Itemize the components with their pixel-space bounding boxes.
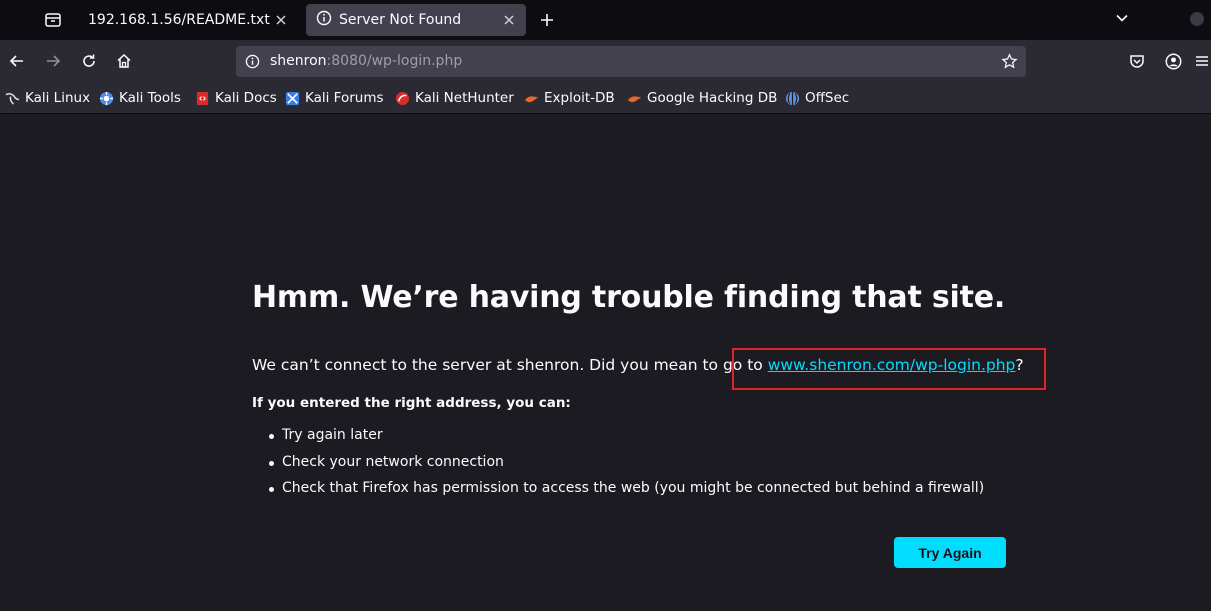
bookmark-kali-nethunter[interactable]: Kali NetHunter (395, 88, 514, 108)
tab-strip: 192.168.1.56/README.txt Server Not Found (0, 0, 1211, 40)
url-path: :8080/wp-login.php (326, 53, 463, 69)
navigation-toolbar: shenron:8080/wp-login.php (0, 40, 1211, 82)
forward-icon[interactable] (40, 48, 66, 74)
bookmark-kali-forums[interactable]: Kali Forums (285, 88, 384, 108)
bookmark-google-hacking-db[interactable]: Google Hacking DB (627, 88, 777, 108)
bookmark-label: Kali Forums (305, 90, 384, 106)
tab-label: 192.168.1.56/README.txt (88, 12, 270, 28)
list-item: Check that Firefox has permission to acc… (266, 480, 984, 507)
offsec-icon (785, 91, 800, 106)
info-icon (316, 10, 332, 30)
pocket-icon[interactable] (1124, 48, 1150, 74)
url-bar[interactable]: shenron:8080/wp-login.php (236, 46, 1026, 77)
suggestions-heading: If you entered the right address, you ca… (252, 395, 571, 411)
tab-list-chevron-down-icon[interactable] (1109, 5, 1135, 31)
list-item: Try again later (266, 427, 984, 454)
bookmark-label: Kali Linux (25, 90, 91, 106)
bookmark-label: OffSec (805, 90, 850, 106)
exploit-db-icon (524, 91, 539, 106)
url-host: shenron (270, 53, 327, 69)
bookmark-star-icon[interactable] (1001, 53, 1018, 74)
app-menu-icon[interactable] (1192, 48, 1211, 74)
suggestions-list: Try again later Check your network conne… (266, 427, 984, 507)
list-item: Check your network connection (266, 454, 984, 481)
close-tab-icon[interactable] (500, 11, 518, 29)
kali-docs-icon (195, 91, 210, 106)
new-tab-icon[interactable] (534, 7, 560, 33)
ghdb-icon (627, 91, 642, 106)
bookmarks-toolbar: Kali Linux Kali Tools Kali Docs Kali For… (0, 82, 1211, 114)
tab-server-not-found[interactable]: Server Not Found (306, 4, 526, 36)
bookmark-kali-linux[interactable]: Kali Linux (5, 88, 90, 108)
url-text[interactable]: shenron:8080/wp-login.php (270, 46, 462, 77)
reload-icon[interactable] (76, 48, 102, 74)
nethunter-icon (395, 91, 410, 106)
kali-dragon-icon (5, 91, 20, 106)
bookmark-label: Kali Docs (215, 90, 277, 106)
window-control-icon[interactable] (1190, 12, 1204, 26)
site-info-icon[interactable] (245, 54, 260, 73)
tab-readme[interactable]: 192.168.1.56/README.txt (76, 0, 298, 40)
close-tab-icon[interactable] (272, 11, 290, 29)
bookmark-label: Kali Tools (119, 90, 181, 106)
try-again-button[interactable]: Try Again (894, 537, 1006, 568)
back-icon[interactable] (4, 48, 30, 74)
kali-forums-icon (285, 91, 300, 106)
home-icon[interactable] (111, 48, 137, 74)
error-page: Hmm. We’re having trouble finding that s… (0, 114, 1211, 611)
bookmark-kali-tools[interactable]: Kali Tools (99, 88, 181, 108)
bookmark-exploit-db[interactable]: Exploit-DB (524, 88, 615, 108)
firefox-view-icon[interactable] (40, 7, 66, 33)
bookmark-kali-docs[interactable]: Kali Docs (195, 88, 277, 108)
bookmark-label: Kali NetHunter (415, 90, 514, 106)
bookmark-offsec[interactable]: OffSec (785, 88, 849, 108)
account-icon[interactable] (1160, 48, 1186, 74)
description-text: We can’t connect to the server at shenro… (252, 356, 768, 374)
tab-label: Server Not Found (339, 12, 462, 28)
error-title: Hmm. We’re having trouble finding that s… (252, 280, 1006, 315)
annotation-highlight-box (732, 348, 1046, 390)
bookmark-label: Exploit-DB (544, 90, 615, 106)
bookmark-label: Google Hacking DB (647, 90, 778, 106)
kali-tools-icon (99, 91, 114, 106)
